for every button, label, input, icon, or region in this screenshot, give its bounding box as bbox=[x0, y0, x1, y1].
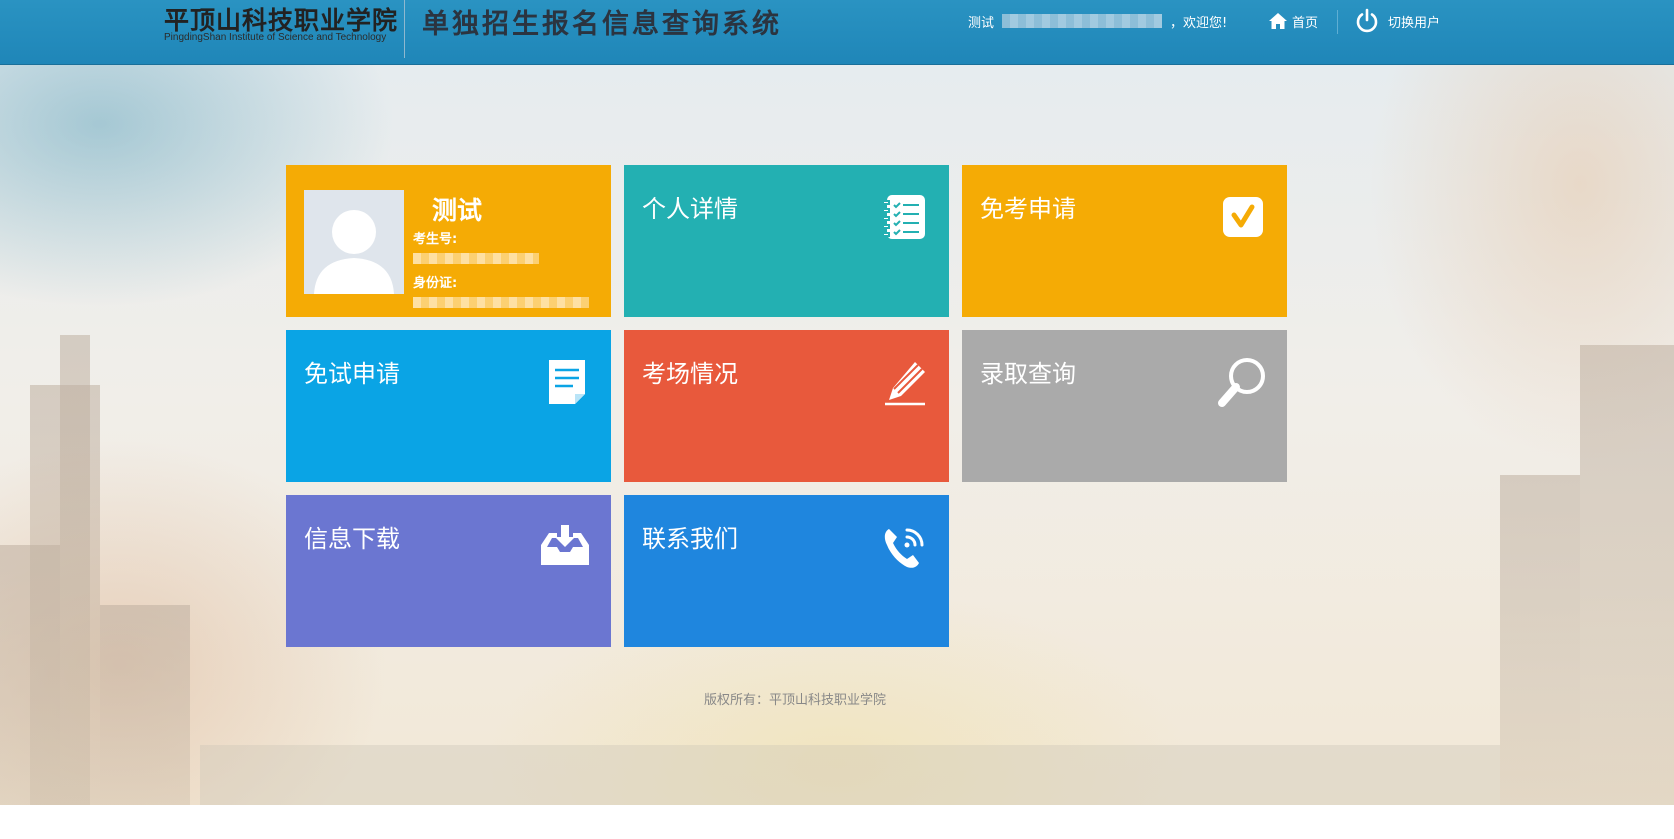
tile-personal-detail[interactable]: 个人详情 bbox=[624, 165, 949, 317]
nav-divider bbox=[1337, 10, 1338, 34]
magnifier-icon bbox=[1217, 356, 1267, 408]
tile-admission-query[interactable]: 录取查询 bbox=[962, 330, 1287, 482]
tile-label: 个人详情 bbox=[642, 195, 738, 223]
switch-user-label: 切换用户 bbox=[1388, 15, 1441, 31]
switch-user-link[interactable]: 切换用户 bbox=[1354, 8, 1440, 34]
checklist-icon bbox=[881, 193, 929, 241]
profile-name: 测试 bbox=[432, 196, 483, 225]
top-header: 平顶山科技职业学院 PingdingShan Institute of Scie… bbox=[0, 0, 1674, 65]
avatar bbox=[304, 190, 404, 294]
exam-number-label: 考生号: bbox=[413, 232, 458, 247]
skyline-distant bbox=[200, 745, 1500, 805]
welcome-text: ，欢迎您! bbox=[1170, 15, 1228, 31]
home-icon bbox=[1268, 12, 1288, 30]
checkmark-icon bbox=[1219, 193, 1267, 241]
building-left-2 bbox=[0, 545, 60, 805]
user-id-redacted bbox=[1002, 14, 1163, 28]
tile-label: 考场情况 bbox=[642, 360, 738, 388]
tile-profile[interactable]: 测试 考生号: 身份证: bbox=[286, 165, 611, 317]
document-icon bbox=[543, 358, 591, 406]
tile-label: 联系我们 bbox=[642, 525, 738, 553]
school-logo: 平顶山科技职业学院 PingdingShan Institute of Scie… bbox=[164, 0, 405, 58]
exam-number-redacted bbox=[413, 253, 539, 264]
tile-info-download[interactable]: 信息下载 bbox=[286, 495, 611, 647]
page-root: 平顶山科技职业学院 PingdingShan Institute of Scie… bbox=[0, 0, 1674, 839]
home-label: 首页 bbox=[1292, 15, 1319, 31]
tile-label: 免试申请 bbox=[304, 360, 400, 388]
page-bottom-space bbox=[0, 805, 1674, 839]
system-title: 单独招生报名信息查询系统 bbox=[422, 9, 782, 40]
user-name: 测试 bbox=[968, 15, 995, 31]
id-card-redacted bbox=[413, 297, 589, 308]
building-left-spire bbox=[60, 335, 90, 805]
pencil-icon bbox=[881, 358, 929, 406]
tile-contact-us[interactable]: 联系我们 bbox=[624, 495, 949, 647]
school-name-en: PingdingShan Institute of Science and Te… bbox=[164, 32, 387, 43]
building-right-2 bbox=[1580, 345, 1674, 805]
building-right-1 bbox=[1500, 475, 1580, 805]
id-card-label: 身份证: bbox=[413, 276, 458, 291]
tile-label: 录取查询 bbox=[980, 360, 1076, 388]
tile-exam-room-info[interactable]: 考场情况 bbox=[624, 330, 949, 482]
user-greeting: 测试 ，欢迎您! bbox=[968, 10, 1227, 32]
phone-icon bbox=[881, 523, 929, 571]
tile-exempt-exam-application[interactable]: 免考申请 bbox=[962, 165, 1287, 317]
tile-exempt-test-application[interactable]: 免试申请 bbox=[286, 330, 611, 482]
inbox-download-icon bbox=[539, 523, 591, 567]
power-icon bbox=[1354, 8, 1380, 34]
tile-label: 免考申请 bbox=[980, 195, 1076, 223]
tile-label: 信息下载 bbox=[304, 525, 400, 553]
footer-copyright: 版权所有：平顶山科技职业学院 bbox=[703, 693, 886, 708]
home-link[interactable]: 首页 bbox=[1268, 10, 1318, 32]
